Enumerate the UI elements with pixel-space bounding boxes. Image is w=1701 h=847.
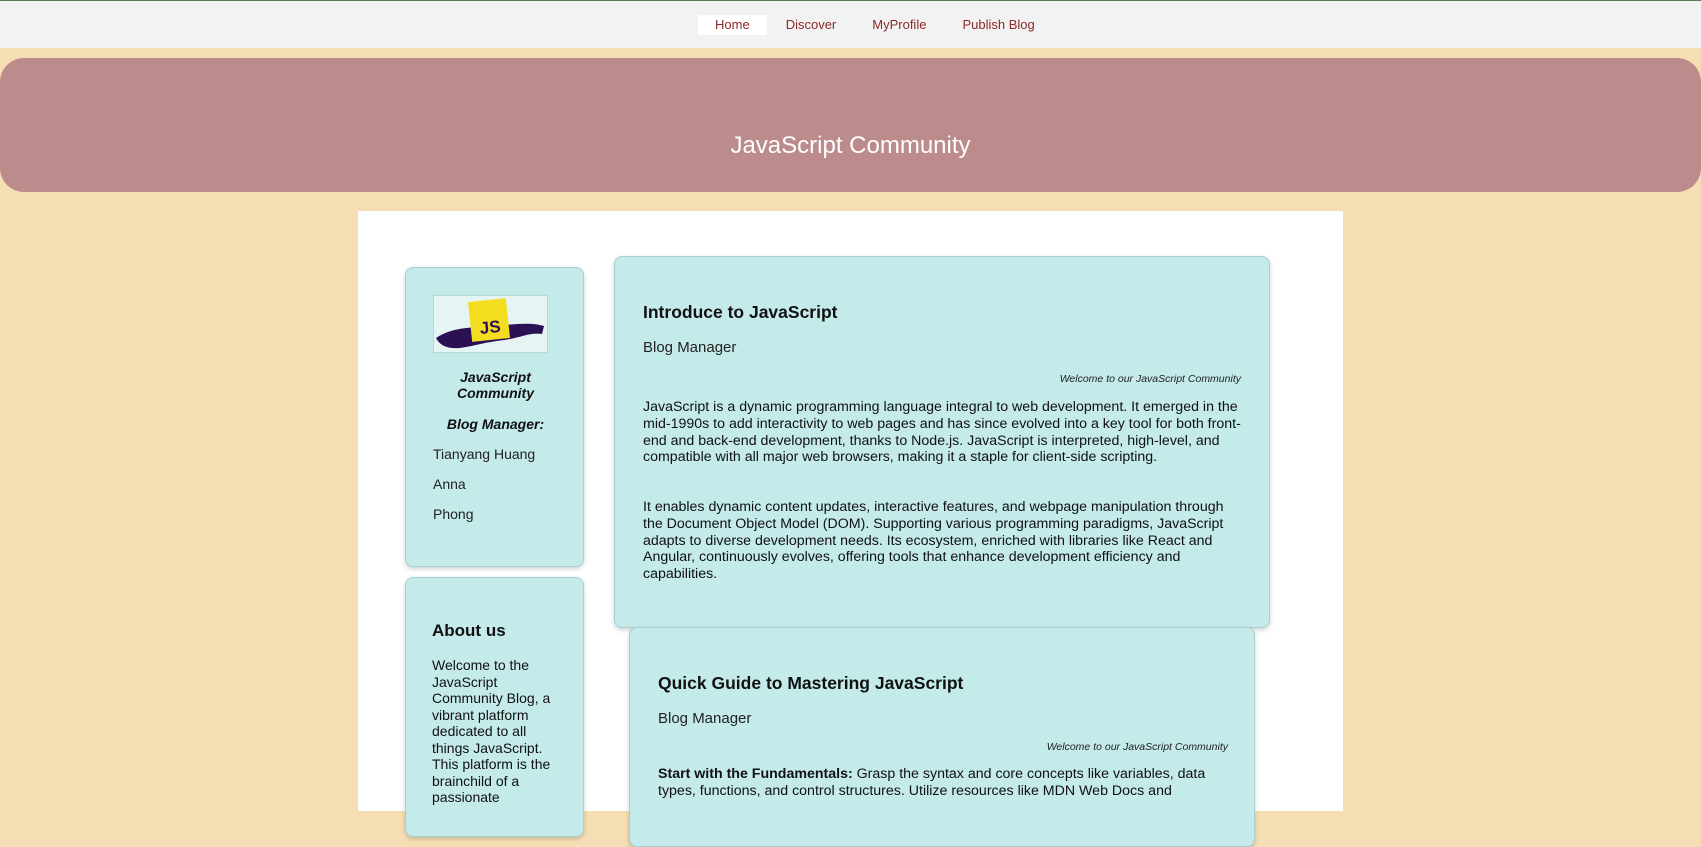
main-nav: Home Discover MyProfile Publish Blog: [698, 15, 1054, 35]
js-logo-icon: JS: [436, 298, 544, 349]
community-name: JavaScript Community: [457, 369, 534, 401]
post-paragraph: Start with the Fundamentals: Grasp the s…: [658, 766, 1230, 800]
js-logo-text: JS: [479, 317, 502, 338]
about-us-text: Welcome to the JavaScript Community Blog…: [432, 657, 551, 805]
top-nav-bar: Home Discover MyProfile Publish Blog: [0, 0, 1701, 48]
post-title[interactable]: Introduce to JavaScript: [643, 302, 838, 323]
nav-link-discover[interactable]: Discover: [769, 15, 854, 35]
community-info-card: JS JavaScript Community Blog Manager: Ti…: [405, 267, 584, 567]
post-author: Blog Manager: [643, 339, 737, 356]
managers-heading: Blog Manager:: [446, 416, 545, 432]
nav-link-publish-blog[interactable]: Publish Blog: [945, 15, 1051, 35]
nav-link-home[interactable]: Home: [698, 15, 767, 35]
post-welcome-note: Welcome to our JavaScript Community: [1046, 741, 1228, 753]
about-us-card: About us Welcome to the JavaScript Commu…: [405, 577, 584, 837]
post-welcome-note: Welcome to our JavaScript Community: [1059, 373, 1241, 385]
blog-post-card: Introduce to JavaScript Blog Manager Wel…: [614, 256, 1270, 628]
manager-name: Tianyang Huang: [433, 446, 536, 462]
nav-link-myprofile[interactable]: MyProfile: [855, 15, 943, 35]
banner-title: JavaScript Community: [730, 132, 971, 159]
post-lead-bold: Start with the Fundamentals:: [658, 766, 853, 782]
js-logo-image: JS: [433, 295, 548, 353]
post-author: Blog Manager: [658, 710, 752, 727]
community-banner: [0, 58, 1701, 192]
blog-post-card: Quick Guide to Mastering JavaScript Blog…: [629, 627, 1255, 847]
post-paragraph: It enables dynamic content updates, inte…: [643, 499, 1224, 583]
about-us-heading: About us: [432, 621, 506, 640]
manager-name: Anna: [433, 476, 466, 492]
post-title[interactable]: Quick Guide to Mastering JavaScript: [658, 673, 963, 694]
manager-name: Phong: [433, 506, 474, 522]
post-paragraph: JavaScript is a dynamic programming lang…: [643, 399, 1241, 466]
